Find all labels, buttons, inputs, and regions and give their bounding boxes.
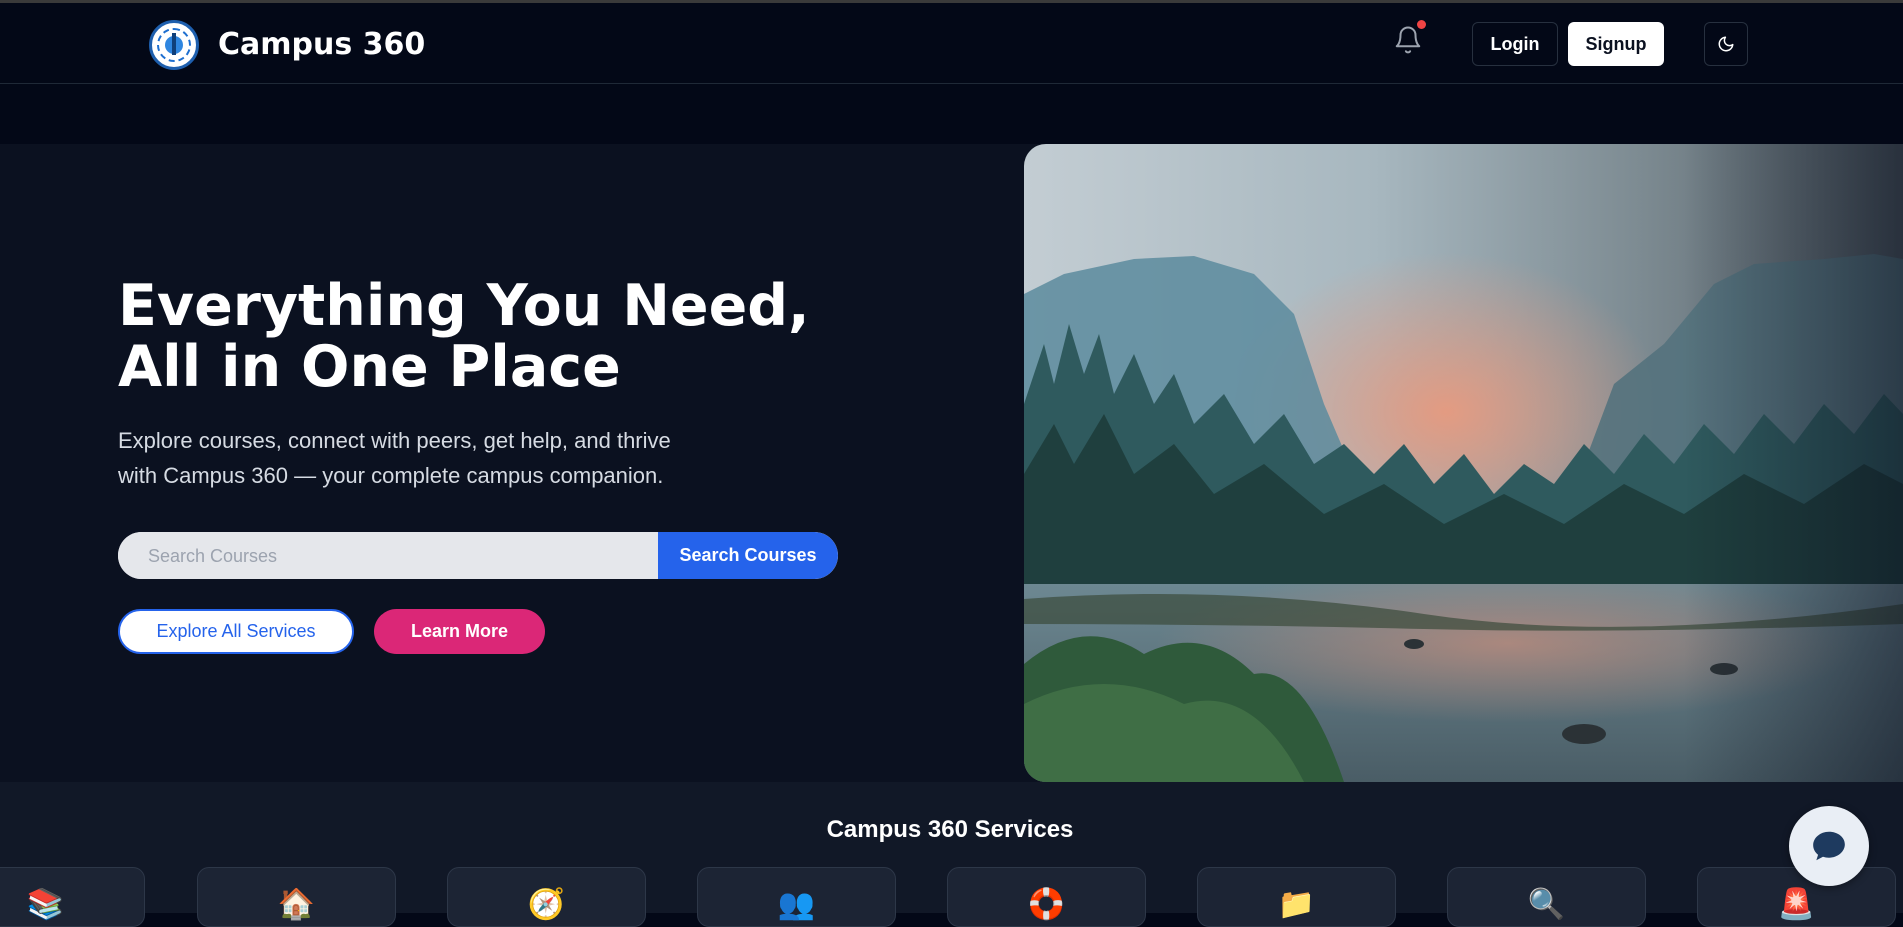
chat-button[interactable]	[1789, 806, 1869, 886]
search-courses-button[interactable]: Search Courses	[658, 532, 838, 579]
logo-spire	[172, 33, 176, 55]
services-title: Campus 360 Services	[826, 816, 1074, 843]
notification-dot	[1417, 20, 1426, 29]
service-card[interactable]: 🛟	[947, 867, 1146, 927]
service-card[interactable]: 🔍	[1447, 867, 1646, 927]
service-card[interactable]: 🧭	[447, 867, 646, 927]
search-input[interactable]	[118, 532, 658, 579]
service-card[interactable]: 📁	[1197, 867, 1396, 927]
service-card[interactable]: 👥	[697, 867, 896, 927]
hero-headline-line1: Everything You Need,	[118, 273, 810, 339]
moon-icon	[1718, 36, 1734, 52]
hero-landscape-image	[1024, 144, 1903, 782]
house-icon: 🏠	[277, 888, 316, 921]
hero-subtitle-line2: with Campus 360 — your complete campus c…	[118, 463, 664, 488]
theme-toggle-button[interactable]	[1704, 22, 1748, 66]
hero-headline-line2: All in One Place	[118, 334, 621, 400]
folder-icon: 📁	[1277, 888, 1316, 921]
explore-services-button[interactable]: Explore All Services	[118, 609, 354, 654]
hero-subtitle-line1: Explore courses, connect with peers, get…	[118, 428, 671, 453]
service-card[interactable]: 📚	[0, 867, 145, 927]
course-search-bar: Search Courses	[118, 532, 838, 579]
login-button[interactable]: Login	[1472, 22, 1558, 66]
hero-subtitle: Explore courses, connect with peers, get…	[118, 423, 718, 493]
learn-more-button[interactable]: Learn More	[374, 609, 545, 654]
service-card[interactable]: 🚨	[1697, 867, 1896, 927]
search-icon: 🔍	[1527, 888, 1566, 921]
people-icon: 👥	[777, 888, 816, 921]
hero-headline: Everything You Need, All in One Place	[118, 276, 938, 398]
chat-icon	[1813, 831, 1845, 861]
navbar: Campus 360 Login Signup	[0, 3, 1903, 84]
lifebuoy-icon: 🛟	[1027, 888, 1066, 921]
service-card[interactable]: 🏠	[197, 867, 396, 927]
campus-logo[interactable]	[149, 20, 199, 70]
alert-icon: 🚨	[1777, 888, 1816, 921]
compass-icon: 🧭	[527, 888, 566, 921]
books-icon: 📚	[26, 888, 65, 921]
landscape-illustration	[1024, 144, 1903, 782]
signup-button[interactable]: Signup	[1568, 22, 1664, 66]
brand-name[interactable]: Campus 360	[218, 27, 425, 62]
